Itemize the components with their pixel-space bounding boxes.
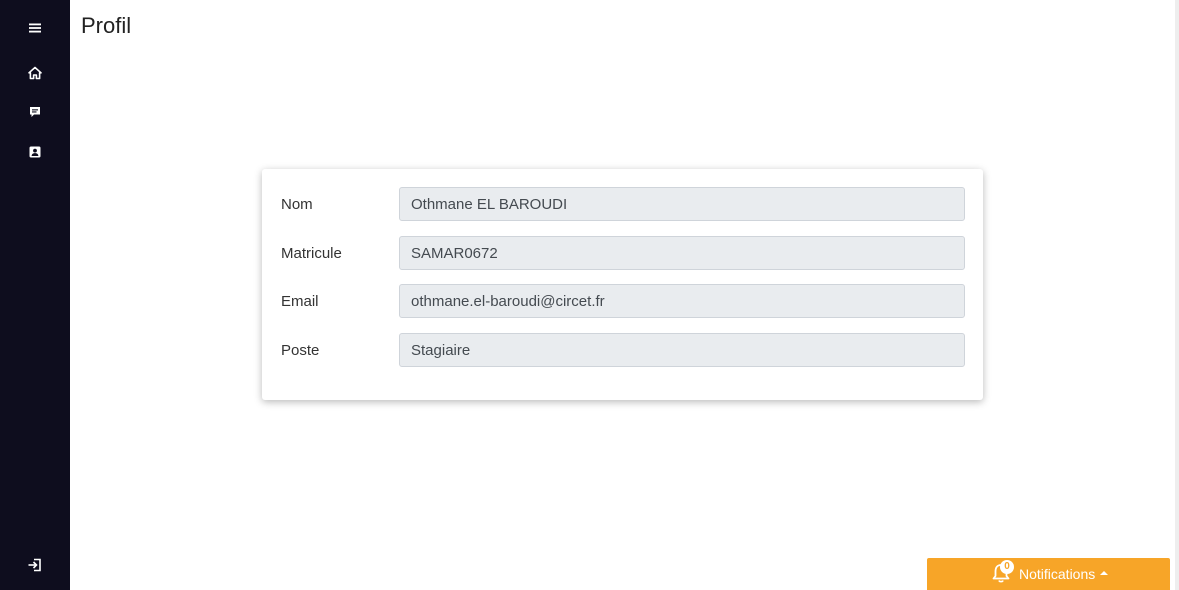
main-content: Profil Nom Matricule Email Poste [70,0,1175,590]
caret-up-icon [1100,571,1108,575]
field-row-email: Email [262,284,983,318]
profile-card: Nom Matricule Email Poste [262,169,983,400]
scrollbar-track [1175,0,1179,590]
matricule-label: Matricule [281,245,342,262]
logout-icon[interactable] [25,555,45,575]
menu-icon[interactable] [25,18,45,38]
contact-card-icon[interactable] [25,142,45,162]
field-row-nom: Nom [262,187,983,221]
notifications-button[interactable]: 0 Notifications [927,558,1170,590]
poste-label: Poste [281,342,320,359]
matricule-field[interactable] [399,236,965,270]
nom-label: Nom [281,196,313,213]
poste-field[interactable] [399,333,965,367]
notification-count-badge: 0 [1000,560,1014,574]
field-row-matricule: Matricule [262,236,983,270]
email-field[interactable] [399,284,965,318]
nom-field[interactable] [399,187,965,221]
notifications-label: Notifications [1019,566,1096,582]
field-row-poste: Poste [262,333,983,367]
home-icon[interactable] [25,63,45,83]
sidebar [0,0,70,590]
email-label: Email [281,293,319,310]
page-title: Profil [81,13,132,38]
message-icon[interactable] [25,102,45,122]
